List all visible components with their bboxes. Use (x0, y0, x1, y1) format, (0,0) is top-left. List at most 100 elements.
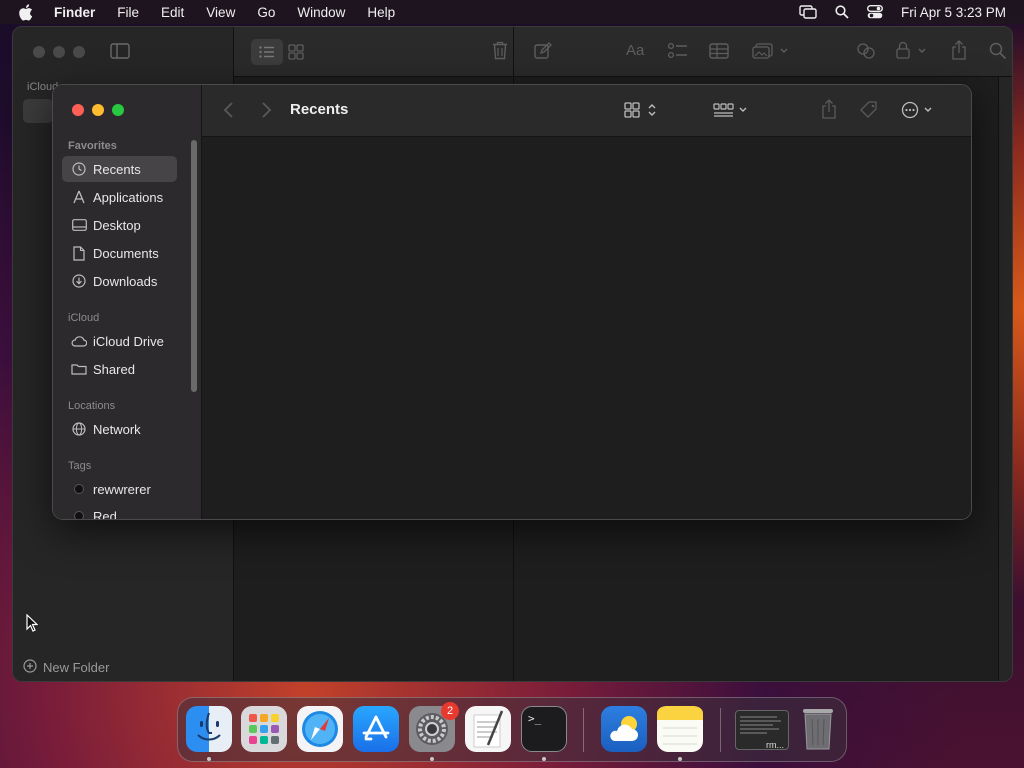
sidebar-section-favorites: Favorites (68, 140, 117, 152)
menu-bar: Finder File Edit View Go Window Help Fri… (0, 0, 1024, 24)
sidebar-item-icloud-drive[interactable]: iCloud Drive (62, 328, 177, 354)
new-folder-label: New Folder (43, 660, 110, 675)
trash-icon[interactable] (492, 41, 508, 65)
menu-help[interactable]: Help (367, 5, 395, 20)
cloud-icon (71, 333, 87, 349)
lock-icon[interactable] (896, 41, 930, 64)
dock-separator (583, 708, 584, 752)
apple-menu-icon[interactable] (18, 3, 38, 21)
finder-toolbar: Recents (202, 85, 971, 137)
dock-separator (720, 708, 721, 752)
dock-launchpad[interactable] (241, 706, 287, 752)
sidebar-scrollbar[interactable] (191, 140, 197, 392)
notes-scrollbar[interactable] (998, 77, 1012, 681)
app-store-icon (362, 715, 390, 741)
menu-view[interactable]: View (206, 5, 235, 20)
compose-icon[interactable] (534, 42, 552, 65)
share-icon[interactable] (821, 99, 837, 119)
dock-finder[interactable] (186, 706, 232, 752)
sidebar-item-network[interactable]: Network (62, 416, 177, 442)
dock-trash[interactable] (795, 706, 841, 752)
zoom-button[interactable] (112, 104, 124, 116)
gallery-view-icon[interactable] (288, 44, 304, 65)
text-format-icon[interactable]: Aa (626, 42, 644, 59)
new-folder-button[interactable]: New Folder (23, 659, 109, 676)
sidebar-item-recents[interactable]: Recents (62, 156, 177, 182)
dock-terminal-window-minimized[interactable]: rm... (735, 710, 789, 750)
running-indicator (430, 757, 434, 761)
share-icon[interactable] (951, 40, 967, 65)
notes-folder-selected[interactable] (23, 99, 53, 123)
menu-app-name[interactable]: Finder (54, 5, 95, 20)
sidebar-section-icloud: iCloud (68, 312, 100, 324)
dock-weather[interactable] (601, 706, 647, 752)
textedit-pen-icon (473, 710, 504, 748)
dock-notes[interactable] (657, 706, 703, 752)
tag-icon[interactable] (859, 100, 879, 120)
search-icon[interactable] (989, 42, 1007, 65)
sidebar-item-label: Network (93, 421, 141, 437)
sidebar-item-label: rewwrerer (93, 481, 151, 497)
collaborate-icon[interactable] (856, 42, 876, 65)
tag-color-dot (74, 511, 84, 519)
menu-window[interactable]: Window (297, 5, 345, 20)
control-center-icon[interactable] (866, 5, 883, 19)
view-mode-icon[interactable] (624, 101, 660, 119)
close-button-inactive[interactable] (33, 46, 45, 58)
finder-content-area[interactable] (202, 137, 971, 519)
finder-window: Favorites Recents Applications Desktop D… (52, 84, 972, 520)
spotlight-search-icon[interactable] (835, 5, 849, 19)
dock-safari[interactable] (297, 706, 343, 752)
notes-pad-icon (657, 706, 703, 745)
menu-go[interactable]: Go (257, 5, 275, 20)
plus-circle-icon (23, 659, 37, 676)
sidebar-toggle-icon[interactable] (110, 43, 130, 64)
sidebar-item-desktop[interactable]: Desktop (62, 212, 177, 238)
applications-icon (71, 189, 87, 205)
checklist-icon[interactable] (667, 42, 688, 65)
dock-system-settings[interactable]: 2 (409, 702, 459, 752)
menu-file[interactable]: File (117, 5, 139, 20)
screen-mirroring-icon[interactable] (799, 5, 817, 19)
menu-clock[interactable]: Fri Apr 5 3:23 PM (901, 5, 1006, 20)
dock-textedit[interactable] (465, 706, 511, 752)
minimize-button[interactable] (92, 104, 104, 116)
download-icon (71, 273, 87, 289)
dock-app-store[interactable] (353, 706, 399, 752)
shared-folder-icon (71, 361, 87, 377)
sidebar-item-label: Red (93, 508, 117, 520)
finder-face-icon (197, 712, 221, 741)
window-title: Recents (290, 101, 349, 118)
list-view-icon[interactable] (251, 39, 283, 65)
minimize-button-inactive[interactable] (53, 46, 65, 58)
close-button[interactable] (72, 104, 84, 116)
menu-edit[interactable]: Edit (161, 5, 184, 20)
sidebar-item-documents[interactable]: Documents (62, 240, 177, 266)
running-indicator (678, 757, 682, 761)
dock: 2 >_ rm... (177, 697, 847, 762)
more-actions-icon[interactable] (901, 101, 937, 119)
finder-sidebar: Favorites Recents Applications Desktop D… (53, 85, 202, 519)
sidebar-item-label: Recents (93, 161, 141, 177)
weather-cloud-sun-icon (610, 716, 638, 741)
sidebar-item-tag-rewwrerer[interactable]: rewwrerer (62, 476, 177, 502)
clock-icon (71, 161, 87, 177)
table-icon[interactable] (709, 43, 729, 64)
media-icon[interactable] (752, 43, 792, 64)
minimized-window-label: rm... (766, 740, 784, 750)
sidebar-item-shared[interactable]: Shared (62, 356, 177, 382)
zoom-button-inactive[interactable] (73, 46, 85, 58)
notification-badge: 2 (441, 702, 459, 720)
sidebar-item-tag-red[interactable]: Red (62, 503, 177, 520)
sidebar-item-applications[interactable]: Applications (62, 184, 177, 210)
running-indicator (542, 757, 546, 761)
sidebar-item-downloads[interactable]: Downloads (62, 268, 177, 294)
sidebar-item-label: Shared (93, 361, 135, 377)
forward-chevron-icon[interactable] (259, 101, 273, 124)
sidebar-item-label: iCloud Drive (93, 333, 164, 349)
group-by-icon[interactable] (713, 101, 749, 119)
back-chevron-icon[interactable] (222, 101, 236, 124)
dock-terminal[interactable]: >_ (521, 706, 567, 752)
terminal-prompt-icon: >_ (528, 712, 542, 725)
sidebar-item-label: Applications (93, 189, 164, 205)
